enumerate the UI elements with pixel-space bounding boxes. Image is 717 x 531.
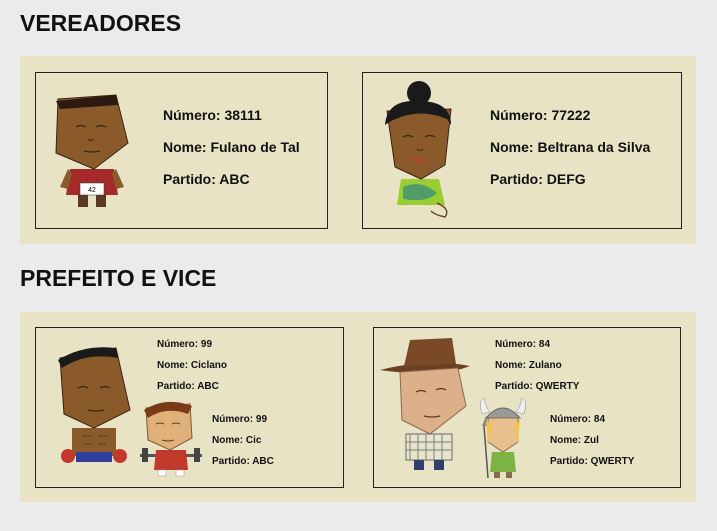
numero-line: Número: 84 bbox=[550, 414, 606, 425]
prefeito-panel: Número: 99 Nome: Ciclano Partido: ABC Nú… bbox=[20, 312, 696, 502]
section-title-prefeito: PREFEITO E VICE bbox=[20, 265, 217, 291]
vice-info-1: Número: 99 Nome: Cic Partido: ABC bbox=[212, 413, 274, 476]
partido-line: Partido: QWERTY bbox=[550, 456, 635, 467]
section-title-vereadores: VEREADORES bbox=[20, 10, 182, 36]
nome-value: Ciclano bbox=[190, 360, 228, 371]
nome-value: Fulano de Tal bbox=[210, 139, 300, 155]
prefeito-avatar-icon bbox=[58, 347, 131, 463]
candidate-avatar-icon bbox=[385, 81, 452, 218]
nome-value: Zulano bbox=[528, 360, 562, 371]
numero-line: Número: 77222 bbox=[490, 107, 591, 123]
partido-value: QWERTY bbox=[590, 456, 635, 467]
vereador-info-2: Número: 77222 Nome: Beltrana da Silva Pa… bbox=[490, 106, 650, 202]
numero-line: Número: 84 bbox=[495, 339, 551, 350]
numero-value: 99 bbox=[200, 339, 213, 350]
partido-value: ABC bbox=[252, 456, 274, 467]
partido-value: ABC bbox=[197, 381, 219, 392]
vereador-card-2[interactable]: Número: 77222 Nome: Beltrana da Silva Pa… bbox=[362, 72, 682, 229]
chapa-card-2[interactable]: Número: 84 Nome: Zulano Partido: QWERTY … bbox=[373, 327, 681, 488]
nome-line: Nome: Zul bbox=[550, 435, 599, 446]
partido-line: Partido: DEFG bbox=[490, 171, 586, 187]
vice-avatar-icon bbox=[140, 401, 202, 477]
nome-line: Nome: Fulano de Tal bbox=[163, 139, 300, 155]
vereador-info-1: Número: 38111 Nome: Fulano de Tal Partid… bbox=[163, 106, 300, 202]
vice-avatar-icon bbox=[480, 397, 526, 479]
vereadores-panel: 42 Número: 38111 Nome: Fulano de Tal Par… bbox=[20, 56, 696, 244]
partido-value: DEFG bbox=[546, 171, 586, 187]
partido-line: Partido: ABC bbox=[212, 456, 274, 467]
vereador-card-1[interactable]: 42 Número: 38111 Nome: Fulano de Tal Par… bbox=[35, 72, 328, 229]
partido-value: ABC bbox=[219, 171, 250, 187]
chapa-card-1[interactable]: Número: 99 Nome: Ciclano Partido: ABC Nú… bbox=[35, 327, 344, 488]
prefeito-info-2: Número: 84 Nome: Zulano Partido: QWERTY bbox=[495, 338, 579, 401]
nome-value: Beltrana da Silva bbox=[537, 139, 651, 155]
nome-value: Cic bbox=[245, 435, 262, 446]
nome-line: Nome: Beltrana da Silva bbox=[490, 139, 651, 155]
partido-line: Partido: ABC bbox=[163, 171, 250, 187]
nome-line: Nome: Zulano bbox=[495, 360, 562, 371]
nome-line: Nome: Cic bbox=[212, 435, 262, 446]
nome-line: Nome: Ciclano bbox=[157, 360, 228, 371]
numero-line: Número: 38111 bbox=[163, 107, 262, 123]
numero-value: 84 bbox=[538, 339, 551, 350]
shirt-number: 42 bbox=[88, 187, 96, 194]
partido-line: Partido: ABC bbox=[157, 381, 219, 392]
partido-line: Partido: QWERTY bbox=[495, 381, 580, 392]
partido-value: QWERTY bbox=[535, 381, 580, 392]
numero-value: 84 bbox=[593, 414, 606, 425]
numero-line: Número: 99 bbox=[157, 339, 213, 350]
numero-line: Número: 99 bbox=[212, 414, 268, 425]
nome-value: Zul bbox=[583, 435, 599, 446]
numero-value: 99 bbox=[255, 414, 268, 425]
vice-info-2: Número: 84 Nome: Zul Partido: QWERTY bbox=[550, 413, 634, 476]
prefeito-avatar-icon bbox=[380, 338, 470, 470]
prefeito-info-1: Número: 99 Nome: Ciclano Partido: ABC bbox=[157, 338, 227, 401]
numero-value: 38111 bbox=[224, 107, 262, 123]
numero-value: 77222 bbox=[551, 107, 591, 123]
candidate-avatar-icon: 42 bbox=[55, 94, 129, 207]
